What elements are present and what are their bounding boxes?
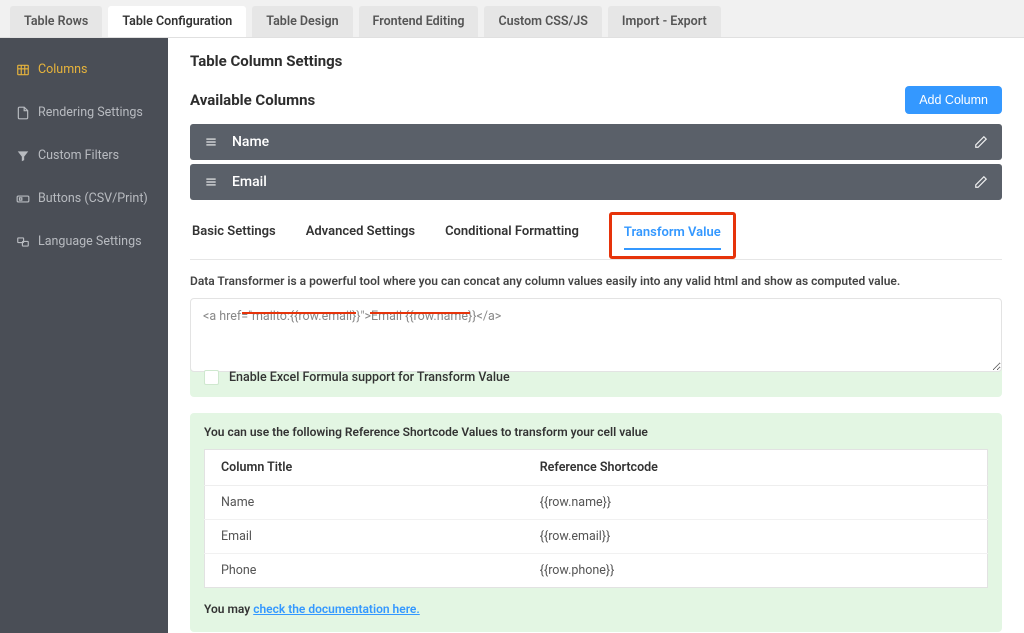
excel-formula-label-text: Enable Excel Formula support for Transfo… — [229, 370, 510, 385]
drag-handle-icon[interactable] — [204, 135, 218, 149]
column-row-name[interactable]: Name — [190, 124, 1002, 160]
ref-cell-title: Name — [205, 486, 524, 520]
sidebar-item-label: Language Settings — [38, 234, 142, 249]
sidebar-item-label: Custom Filters — [38, 148, 119, 163]
pencil-icon[interactable] — [974, 135, 988, 149]
reference-panel: You can use the following Reference Shor… — [190, 413, 1002, 632]
tab-table-design[interactable]: Table Design — [252, 6, 352, 37]
tab-conditional-formatting[interactable]: Conditional Formatting — [445, 216, 579, 259]
ref-cell-code: {{row.email}} — [524, 520, 988, 554]
page-title: Table Column Settings — [190, 52, 1002, 70]
tab-frontend-editing[interactable]: Frontend Editing — [359, 6, 479, 37]
tab-basic-settings[interactable]: Basic Settings — [192, 216, 276, 259]
transformer-description: Data Transformer is a powerful tool wher… — [190, 274, 1002, 288]
ref-cell-title: Phone — [205, 554, 524, 588]
pencil-icon[interactable] — [974, 175, 988, 189]
sidebar-item-language[interactable]: Language Settings — [0, 220, 168, 263]
available-columns-title: Available Columns — [190, 91, 315, 109]
columns-icon — [16, 63, 30, 77]
add-column-button[interactable]: Add Column — [905, 86, 1002, 114]
column-label: Name — [232, 134, 269, 150]
doc-prefix: You may — [204, 602, 253, 616]
tab-table-rows[interactable]: Table Rows — [10, 6, 102, 37]
language-icon — [16, 235, 30, 249]
ref-header-code: Reference Shortcode — [524, 450, 988, 486]
table-row: Phone {{row.phone}} — [205, 554, 988, 588]
tab-advanced-settings[interactable]: Advanced Settings — [306, 216, 415, 259]
top-tabs: Table Rows Table Configuration Table Des… — [0, 0, 1024, 38]
excel-formula-checkbox-label[interactable]: Enable Excel Formula support for Transfo… — [204, 370, 988, 385]
buttons-icon — [16, 192, 30, 206]
reference-description: You can use the following Reference Shor… — [204, 425, 988, 439]
sidebar: Columns Rendering Settings Custom Filter… — [0, 38, 168, 633]
sidebar-item-label: Buttons (CSV/Print) — [38, 191, 148, 206]
tab-custom-css-js[interactable]: Custom CSS/JS — [484, 6, 601, 37]
column-label: Email — [232, 174, 267, 190]
transform-value-highlight: Transform Value — [609, 212, 736, 259]
checkbox-icon[interactable] — [204, 370, 219, 385]
ref-cell-code: {{row.name}} — [524, 486, 988, 520]
ref-cell-code: {{row.phone}} — [524, 554, 988, 588]
transform-code-textarea[interactable] — [190, 298, 1002, 372]
table-row: Name {{row.name}} — [205, 486, 988, 520]
sidebar-item-label: Rendering Settings — [38, 105, 143, 120]
render-icon — [16, 106, 30, 120]
sidebar-item-columns[interactable]: Columns — [0, 48, 168, 91]
sidebar-item-rendering[interactable]: Rendering Settings — [0, 91, 168, 134]
column-inner-tabs: Basic Settings Advanced Settings Conditi… — [190, 216, 1002, 260]
doc-line: You may check the documentation here. — [204, 602, 988, 616]
sidebar-item-label: Columns — [38, 62, 88, 77]
drag-handle-icon[interactable] — [204, 175, 218, 189]
table-row: Email {{row.email}} — [205, 520, 988, 554]
tab-import-export[interactable]: Import - Export — [608, 6, 721, 37]
sidebar-item-buttons[interactable]: Buttons (CSV/Print) — [0, 177, 168, 220]
documentation-link[interactable]: check the documentation here. — [253, 602, 420, 616]
ref-cell-title: Email — [205, 520, 524, 554]
main-content: Table Column Settings Available Columns … — [168, 38, 1024, 633]
tab-transform-value[interactable]: Transform Value — [624, 217, 721, 250]
tab-table-configuration[interactable]: Table Configuration — [108, 6, 246, 37]
filter-icon — [16, 149, 30, 163]
ref-header-title: Column Title — [205, 450, 524, 486]
sidebar-item-filters[interactable]: Custom Filters — [0, 134, 168, 177]
reference-table: Column Title Reference Shortcode Name {{… — [204, 449, 988, 588]
column-row-email[interactable]: Email — [190, 164, 1002, 200]
